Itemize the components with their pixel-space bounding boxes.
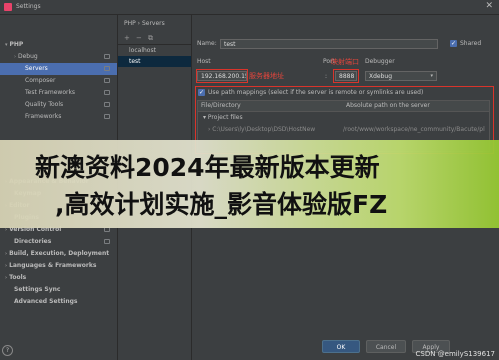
shared-checkbox[interactable]: ✓: [450, 40, 457, 47]
name-label: Name:: [197, 40, 217, 47]
server-item-localhost[interactable]: localhost: [118, 45, 191, 56]
sidebar-item-settings-sync[interactable]: Settings Sync: [0, 284, 117, 296]
ok-button[interactable]: OK: [322, 340, 360, 353]
sidebar-item-quality-tools[interactable]: Quality Tools: [0, 99, 117, 111]
close-icon[interactable]: ✕: [485, 1, 493, 11]
breadcrumb: PHP › Servers: [124, 20, 165, 27]
sidebar-item-label: Frameworks: [25, 113, 62, 120]
sidebar-item-label: Composer: [25, 77, 56, 84]
sidebar-item-label: Quality Tools: [25, 101, 64, 108]
sidebar-item-label: Test Frameworks: [25, 89, 76, 96]
sidebar-item-label: Servers: [25, 65, 48, 72]
port-annotation: 映射端口: [331, 58, 359, 66]
host-annotation: 服务器地址: [249, 72, 284, 80]
chevron-icon: ›: [5, 263, 8, 269]
server-item-test[interactable]: test: [118, 56, 191, 67]
sidebar-item-label: Settings Sync: [14, 286, 61, 293]
window-titlebar: Settings ✕: [0, 0, 499, 15]
window-title: Settings: [16, 3, 41, 10]
chevron-icon: ›: [14, 54, 16, 60]
port-highlight-box: [333, 69, 359, 83]
table-header: File/Directory Absolute path on the serv…: [198, 101, 489, 112]
watermark: CSDN @emilyS139617: [415, 350, 495, 358]
sidebar-item-label: Directories: [14, 238, 52, 245]
col-absolute-path[interactable]: Absolute path on the server: [343, 101, 430, 111]
sidebar-item-languages-frameworks[interactable]: › Languages & Frameworks: [0, 260, 117, 272]
sidebar-item-label: PHP: [9, 41, 24, 48]
debugger-label: Debugger: [365, 58, 395, 65]
row-file: ▾ Project files: [203, 114, 243, 121]
sidebar-item-composer[interactable]: Composer: [0, 75, 117, 87]
banner-line-1: 新澳资料2024年最新版本更新: [35, 153, 380, 182]
add-icon[interactable]: +: [124, 34, 130, 42]
path-mappings-label: Use path mappings (select if the server …: [208, 89, 424, 96]
servers-toolbar: + − ⧉: [118, 34, 191, 45]
table-row[interactable]: › C:\Users\ly\Desktop\DSD\HostNew /root/…: [198, 125, 489, 135]
cancel-button[interactable]: Cancel: [366, 340, 406, 353]
project-settings-icon: [104, 114, 110, 119]
sidebar-item-directories[interactable]: Directories: [0, 236, 117, 248]
row-file: › C:\Users\ly\Desktop\DSD\HostNew: [208, 126, 316, 133]
project-settings-icon: [104, 90, 110, 95]
port-separator: :: [325, 73, 328, 80]
project-settings-icon: [104, 78, 110, 83]
sidebar-item-label: Build, Execution, Deployment: [9, 250, 110, 257]
debugger-select[interactable]: Xdebug ▾: [365, 71, 437, 81]
project-settings-icon: [104, 102, 110, 107]
sidebar-item-label: Advanced Settings: [14, 298, 78, 305]
debugger-value: Xdebug: [369, 73, 393, 80]
chevron-down-icon: ▾: [430, 73, 433, 79]
col-file-directory[interactable]: File/Directory: [198, 101, 241, 111]
chevron-icon: ›: [5, 275, 8, 281]
project-settings-icon: [104, 66, 110, 71]
sidebar-item-debug[interactable]: › Debug: [0, 51, 117, 63]
banner-line-2: ,高效计划实施_影音体验版FZ: [55, 190, 388, 219]
sidebar-item-label: Languages & Frameworks: [9, 262, 97, 269]
copy-icon[interactable]: ⧉: [148, 34, 153, 43]
sidebar-item-build-execution-deployment[interactable]: › Build, Execution, Deployment: [0, 248, 117, 260]
project-settings-icon: [104, 239, 110, 244]
sidebar-item-advanced-settings[interactable]: Advanced Settings: [0, 296, 117, 308]
project-settings-icon: [104, 54, 110, 59]
shared-label: Shared: [460, 40, 482, 47]
help-icon[interactable]: ?: [2, 345, 13, 356]
sidebar-item-tools[interactable]: › Tools: [0, 272, 117, 284]
sidebar-item-servers[interactable]: Servers: [0, 63, 117, 75]
sidebar-item-php[interactable]: ▾ PHP: [0, 39, 117, 51]
row-path: /root/www/workspace/ne_community/Bacute/…: [343, 126, 485, 133]
app-logo-icon: [4, 3, 12, 11]
table-row[interactable]: ▾ Project files: [198, 113, 489, 123]
host-label: Host: [197, 58, 211, 65]
sidebar-item-test-frameworks[interactable]: Test Frameworks: [0, 87, 117, 99]
chevron-icon: ▾: [5, 42, 8, 48]
chevron-icon: ›: [5, 251, 8, 257]
remove-icon[interactable]: −: [136, 34, 142, 42]
overlay-banner: 新澳资料2024年最新版本更新 ,高效计划实施_影音体验版FZ: [0, 140, 499, 228]
path-mappings-checkbox[interactable]: ✓: [198, 89, 205, 96]
sidebar-item-label: Debug: [18, 53, 38, 60]
host-highlight-box: [196, 69, 248, 83]
sidebar-item-label: Tools: [9, 274, 27, 281]
sidebar-item-frameworks[interactable]: Frameworks: [0, 111, 117, 123]
name-field[interactable]: test: [220, 39, 438, 49]
